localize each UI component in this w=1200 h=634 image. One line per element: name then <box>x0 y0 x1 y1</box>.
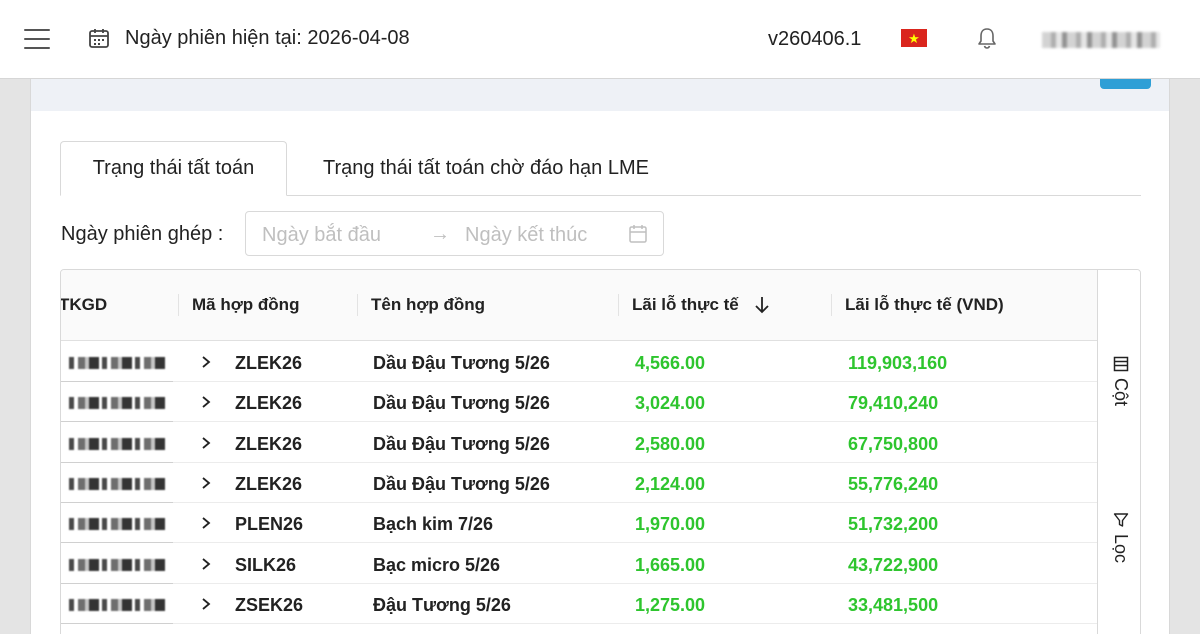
contract-code-cell: ZLEK26 <box>235 393 303 414</box>
vietnam-flag-icon[interactable]: ★ <box>901 29 927 47</box>
expand-row-chevron-icon[interactable] <box>199 391 213 413</box>
realized-pnl-vnd-cell: 43,722,900 <box>848 554 939 575</box>
expand-row-chevron-icon[interactable] <box>199 432 213 454</box>
tab-lme-settlement-status[interactable]: Trạng thái tất toán chờ đáo hạn LME <box>296 141 676 196</box>
filter-funnel-icon <box>1113 513 1129 527</box>
table-row[interactable]: ZLEK26 Dầu Đậu Tương 5/26 2,124.00 55,776,2… <box>61 463 1097 503</box>
realized-pnl-vnd-cell: 51,732,200 <box>848 514 939 535</box>
table-row[interactable]: SILK26 Bạc micro 5/26 1,665.00 43,722,900 <box>61 544 1097 584</box>
filter-toggle-button[interactable]: Lọc <box>1098 508 1140 578</box>
realized-pnl-cell: 1,970.00 <box>635 514 706 535</box>
realized-pnl-cell: 2,124.00 <box>635 473 706 494</box>
column-separator <box>357 294 358 316</box>
contract-name-cell: Đậu Tương 5/26 <box>373 594 511 615</box>
table-row[interactable]: ZLEK26 Dầu Đậu Tương 5/26 2,580.00 67,750,8… <box>61 423 1097 463</box>
column-header-realized-pnl[interactable]: Lãi lỗ thực tế <box>632 295 739 315</box>
account-id-redacted <box>69 477 167 490</box>
realized-pnl-cell: 4,566.00 <box>635 353 706 373</box>
account-cell <box>61 382 173 423</box>
contract-code-cell: SILK26 <box>235 554 297 575</box>
contract-name-cell: Bạch kim 7/26 <box>373 514 494 535</box>
panel-top-strip <box>30 79 1170 112</box>
columns-icon <box>1113 356 1129 372</box>
contract-code-cell: ZLEK26 <box>235 353 303 373</box>
sort-descending-icon[interactable] <box>753 294 771 316</box>
account-cell <box>61 544 173 584</box>
table-row[interactable]: ZSEK26 Đậu Tương 5/26 1,275.00 33,481,500 <box>61 584 1097 624</box>
realized-pnl-vnd-cell: 33,481,500 <box>848 594 939 615</box>
contract-code-cell: ZLEK26 <box>235 433 303 454</box>
column-header-account[interactable]: TKGD <box>61 295 107 315</box>
contract-name-cell: Dầu Đậu Tương 5/26 <box>373 353 550 373</box>
account-cell <box>61 584 173 624</box>
column-separator <box>618 294 619 316</box>
table-row[interactable]: ZLEK26 Dầu Đậu Tương 5/26 3,024.00 79,410,2… <box>61 382 1097 423</box>
realized-pnl-cell: 1,665.00 <box>635 554 706 575</box>
user-avatar-name[interactable] <box>1042 32 1160 48</box>
contract-name-cell: Bạc micro 5/26 <box>373 554 501 575</box>
realized-pnl-vnd-cell: 67,750,800 <box>848 433 939 454</box>
top-header: Ngày phiên hiện tại: 2026-04-08 v260406.… <box>0 0 1200 79</box>
range-arrow-icon: → <box>430 223 450 245</box>
table-header: TKGD Mã hợp đồng Tên hợp đồng Lãi lỗ thự… <box>61 270 1097 341</box>
expand-row-chevron-icon[interactable] <box>199 512 213 534</box>
realized-pnl-cell: 1,275.00 <box>635 594 706 615</box>
end-date-input[interactable]: Ngày kết thúc <box>465 224 587 247</box>
account-cell <box>61 423 173 463</box>
settlement-table: TKGD Mã hợp đồng Tên hợp đồng Lãi lỗ thự… <box>60 269 1141 634</box>
table-row[interactable]: ZLEK26 Dầu Đậu Tương 5/26 4,566.00 119,903,… <box>61 342 1097 382</box>
columns-toggle-button[interactable]: Cột <box>1098 352 1140 422</box>
account-id-redacted <box>69 598 167 611</box>
date-range-picker[interactable]: Ngày bắt đầu → Ngày kết thúc <box>245 211 664 256</box>
action-button[interactable] <box>1100 79 1151 89</box>
account-cell <box>61 463 173 503</box>
contract-code-cell: ZLEK26 <box>235 473 303 494</box>
account-id-redacted <box>69 558 167 571</box>
expand-row-chevron-icon[interactable] <box>199 472 213 494</box>
expand-row-chevron-icon[interactable] <box>199 351 213 373</box>
menu-icon[interactable] <box>24 29 50 49</box>
column-header-realized-pnl-vnd[interactable]: Lãi lỗ thực tế (VND) <box>845 295 1004 315</box>
column-separator <box>831 294 832 316</box>
table-row[interactable]: PLEN26 Bạch kim 7/26 1,970.00 51,732,200 <box>61 503 1097 544</box>
contract-name-cell: Dầu Đậu Tương 5/26 <box>373 473 550 494</box>
start-date-input[interactable]: Ngày bắt đầu <box>262 224 381 247</box>
column-header-contract-code[interactable]: Mã hợp đồng <box>192 295 299 315</box>
tab-settlement-status[interactable]: Trạng thái tất toán <box>60 141 287 196</box>
realized-pnl-vnd-cell: 79,410,240 <box>848 393 939 414</box>
flag-star-icon: ★ <box>908 30 920 46</box>
realized-pnl-vnd-cell: 55,776,240 <box>848 473 939 494</box>
app-version: v260406.1 <box>768 28 862 50</box>
calendar-icon[interactable] <box>628 224 648 244</box>
contract-name-cell: Dầu Đậu Tương 5/26 <box>373 393 550 414</box>
expand-row-chevron-icon[interactable] <box>199 553 213 575</box>
columns-label: Cột <box>1111 378 1131 407</box>
contract-code-cell: PLEN26 <box>235 514 304 535</box>
account-id-redacted <box>69 437 167 450</box>
realized-pnl-cell: 3,024.00 <box>635 393 706 414</box>
expand-row-chevron-icon[interactable] <box>199 593 213 615</box>
account-id-redacted <box>69 397 167 410</box>
bell-icon[interactable] <box>976 26 998 50</box>
realized-pnl-vnd-cell: 119,903,160 <box>848 353 948 373</box>
realized-pnl-cell: 2,580.00 <box>635 433 706 454</box>
account-cell <box>61 342 173 382</box>
column-separator <box>178 294 179 316</box>
match-date-label: Ngày phiên ghép : <box>61 223 224 245</box>
session-date: Ngày phiên hiện tại: 2026-04-08 <box>125 27 410 49</box>
account-id-redacted <box>69 518 167 531</box>
calendar-icon <box>89 29 109 48</box>
filter-label: Lọc <box>1111 534 1131 564</box>
account-cell <box>61 503 173 544</box>
account-id-redacted <box>69 357 167 369</box>
column-header-contract-name[interactable]: Tên hợp đồng <box>371 295 485 315</box>
contract-code-cell: ZSEK26 <box>235 594 304 615</box>
contract-name-cell: Dầu Đậu Tương 5/26 <box>373 433 550 454</box>
table-side-panel: Cột Lọc <box>1097 270 1140 634</box>
